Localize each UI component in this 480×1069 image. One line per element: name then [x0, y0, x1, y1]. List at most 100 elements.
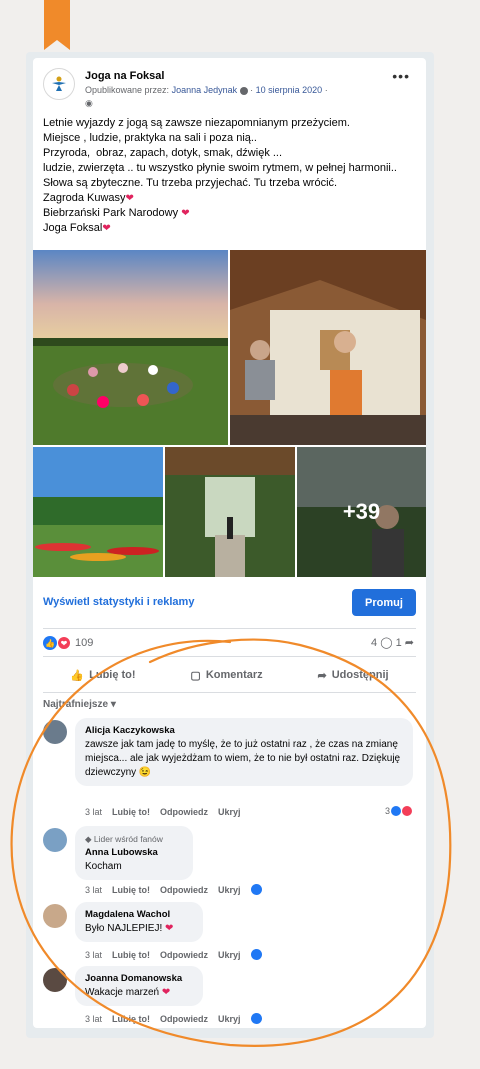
post-card: Joga na Foksal Opublikowane przez: Joann…: [33, 58, 426, 1028]
comment-actions: 3 lat Lubię to! Odpowiedz Ukryj: [85, 1013, 262, 1024]
comment-text: zawsze jak tam jadę to myślę, że to już …: [85, 739, 401, 778]
avatar[interactable]: [43, 720, 67, 744]
more-photos-count: +39: [297, 447, 426, 577]
comment-time[interactable]: 3 lat: [85, 950, 102, 960]
comment-like-link[interactable]: Lubię to!: [112, 1014, 150, 1024]
action-bar: 👍 Lubię to! ▢ Komentarz ➦ Udostępnij: [43, 663, 416, 687]
comment-bubble: Magdalena Wachol Było NAJLEPIEJ! ❤: [75, 902, 203, 942]
photo-kayaks[interactable]: [33, 447, 163, 577]
reactions-summary[interactable]: 👍 ❤ 109: [43, 636, 93, 650]
divider: [43, 692, 416, 693]
photo-more[interactable]: +39: [297, 447, 426, 577]
share-label: Udostępnij: [331, 669, 389, 681]
promote-button[interactable]: Promuj: [352, 589, 416, 616]
comment-reactions[interactable]: 3: [385, 806, 412, 816]
comment-count-icon: ◯: [380, 637, 393, 649]
like-reaction-icon: 👍: [43, 636, 57, 650]
text-line: Miejsce , ludzie, praktyka na sali i poz…: [43, 132, 257, 144]
post-header: Joga na Foksal Opublikowane przez: Joann…: [43, 68, 416, 118]
text-line: Przyroda, obraz, zapach, dotyk, smak, dź…: [43, 147, 283, 159]
comment-text-row: Było NAJLEPIEJ! ❤: [85, 922, 193, 936]
comment-bubble: Joanna Domanowska Wakacje marzeń ❤: [75, 966, 203, 1006]
chevron-down-icon: ▾: [110, 699, 116, 710]
commenter-name[interactable]: Anna Lubowska: [85, 846, 183, 860]
page-logo[interactable]: [43, 68, 75, 100]
comment-reply-link[interactable]: Odpowiedz: [160, 807, 208, 817]
comment-reply-link[interactable]: Odpowiedz: [160, 950, 208, 960]
fan-badge: ◆ Lider wśród fanów: [85, 832, 183, 846]
comment-hide-link[interactable]: Ukryj: [218, 1014, 241, 1024]
comment-like-link[interactable]: Lubię to!: [112, 950, 150, 960]
divider: [43, 628, 416, 629]
text-line-with-heart: Zagroda Kuwasy❤: [43, 191, 418, 206]
page-name[interactable]: Joga na Foksal: [85, 70, 164, 82]
comment-share-counts[interactable]: 4 ◯ 1 ➦: [371, 636, 414, 649]
speech-bubble-icon: ▢: [190, 669, 201, 682]
author-link[interactable]: Joanna Jedynak: [172, 85, 238, 95]
comment-like-link[interactable]: Lubię to!: [112, 807, 150, 817]
commenter-name[interactable]: Alicja Kaczykowska: [85, 724, 403, 738]
avatar[interactable]: [43, 828, 67, 852]
comment-hide-link[interactable]: Ukryj: [218, 807, 241, 817]
yoga-logo-icon: [52, 76, 66, 91]
comment-like-link[interactable]: Lubię to!: [112, 885, 150, 895]
like-reaction-icon[interactable]: [250, 884, 262, 895]
text-line: Zagroda Kuwasy: [43, 192, 126, 204]
avatar[interactable]: [43, 968, 67, 992]
shares-count: 1: [395, 637, 402, 649]
comment-button[interactable]: ▢ Komentarz: [190, 669, 262, 682]
heart-icon: ❤: [161, 987, 171, 998]
post-text: Letnie wyjazdy z jogą są zawsze niezapom…: [43, 116, 418, 236]
comment-reaction-count: 3: [384, 806, 390, 816]
comment-reply-link[interactable]: Odpowiedz: [160, 885, 208, 895]
comment-text: Wakacje marzeń: [85, 987, 160, 998]
comment-text: Było NAJLEPIEJ!: [85, 923, 163, 934]
post-meta: Opublikowane przez: Joanna Jedynak · 10 …: [85, 85, 328, 95]
text-line: Joga Foksal: [43, 222, 103, 234]
love-reaction-icon: ❤: [57, 636, 71, 650]
post-date[interactable]: 10 sierpnia 2020: [256, 85, 323, 95]
heart-icon: ❤: [181, 208, 190, 219]
like-reaction-icon: [391, 806, 401, 816]
comment-item: Magdalena Wachol Było NAJLEPIEJ! ❤ 3 lat…: [43, 902, 416, 964]
globe-icon: ◉: [85, 98, 93, 108]
share-arrow-icon: ➦: [317, 669, 327, 682]
comment-time[interactable]: 3 lat: [85, 885, 102, 895]
comment-reply-link[interactable]: Odpowiedz: [160, 1014, 208, 1024]
photo-circle-yoga-field[interactable]: [33, 250, 228, 445]
like-button[interactable]: 👍 Lubię to!: [70, 669, 135, 682]
more-options-icon[interactable]: •••: [392, 68, 410, 84]
comments-count: 4: [371, 637, 378, 649]
comment-filter-dropdown[interactable]: Najtrafniejsze ▾: [43, 699, 116, 710]
photo-indoor-yoga[interactable]: [230, 250, 426, 445]
published-by-label: Opublikowane przez:: [85, 85, 170, 95]
settings-icon[interactable]: [239, 86, 248, 95]
heart-icon: ❤: [125, 193, 134, 204]
text-line: Słowa są zbyteczne. Tu trzeba przyjechać…: [43, 177, 338, 189]
comment-bubble: Alicja Kaczykowska zawsze jak tam jadę t…: [75, 718, 413, 786]
like-reaction-icon[interactable]: [250, 949, 262, 960]
text-line: Biebrzański Park Narodowy: [43, 207, 179, 219]
comment-text: Kocham: [85, 861, 122, 872]
text-line: ludzie, zwierzęta .. tu wszystko płynie …: [43, 162, 397, 174]
comment-label: Komentarz: [205, 669, 263, 681]
comment-time[interactable]: 3 lat: [85, 1014, 102, 1024]
thumbs-up-icon: 👍: [70, 669, 85, 682]
comment-time[interactable]: 3 lat: [85, 807, 102, 817]
love-reaction-icon: [402, 806, 412, 816]
comment-actions: 3 lat Lubię to! Odpowiedz Ukryj: [85, 884, 262, 895]
photo-garden-path[interactable]: [165, 447, 295, 577]
comment-hide-link[interactable]: Ukryj: [218, 950, 241, 960]
bookmark-ribbon: [44, 0, 70, 50]
comment-actions: 3 lat Lubię to! Odpowiedz Ukryj: [85, 949, 262, 960]
share-button[interactable]: ➦ Udostępnij: [318, 669, 389, 682]
heart-icon: ❤: [102, 223, 111, 234]
commenter-name[interactable]: Joanna Domanowska: [85, 972, 193, 986]
like-reaction-icon[interactable]: [250, 1013, 262, 1024]
avatar[interactable]: [43, 904, 67, 928]
divider: [43, 656, 416, 657]
comment-bubble: ◆ Lider wśród fanów Anna Lubowska Kocham: [75, 826, 193, 880]
view-stats-link[interactable]: Wyświetl statystyki i reklamy: [43, 596, 194, 608]
commenter-name[interactable]: Magdalena Wachol: [85, 908, 193, 922]
comment-hide-link[interactable]: Ukryj: [218, 885, 241, 895]
